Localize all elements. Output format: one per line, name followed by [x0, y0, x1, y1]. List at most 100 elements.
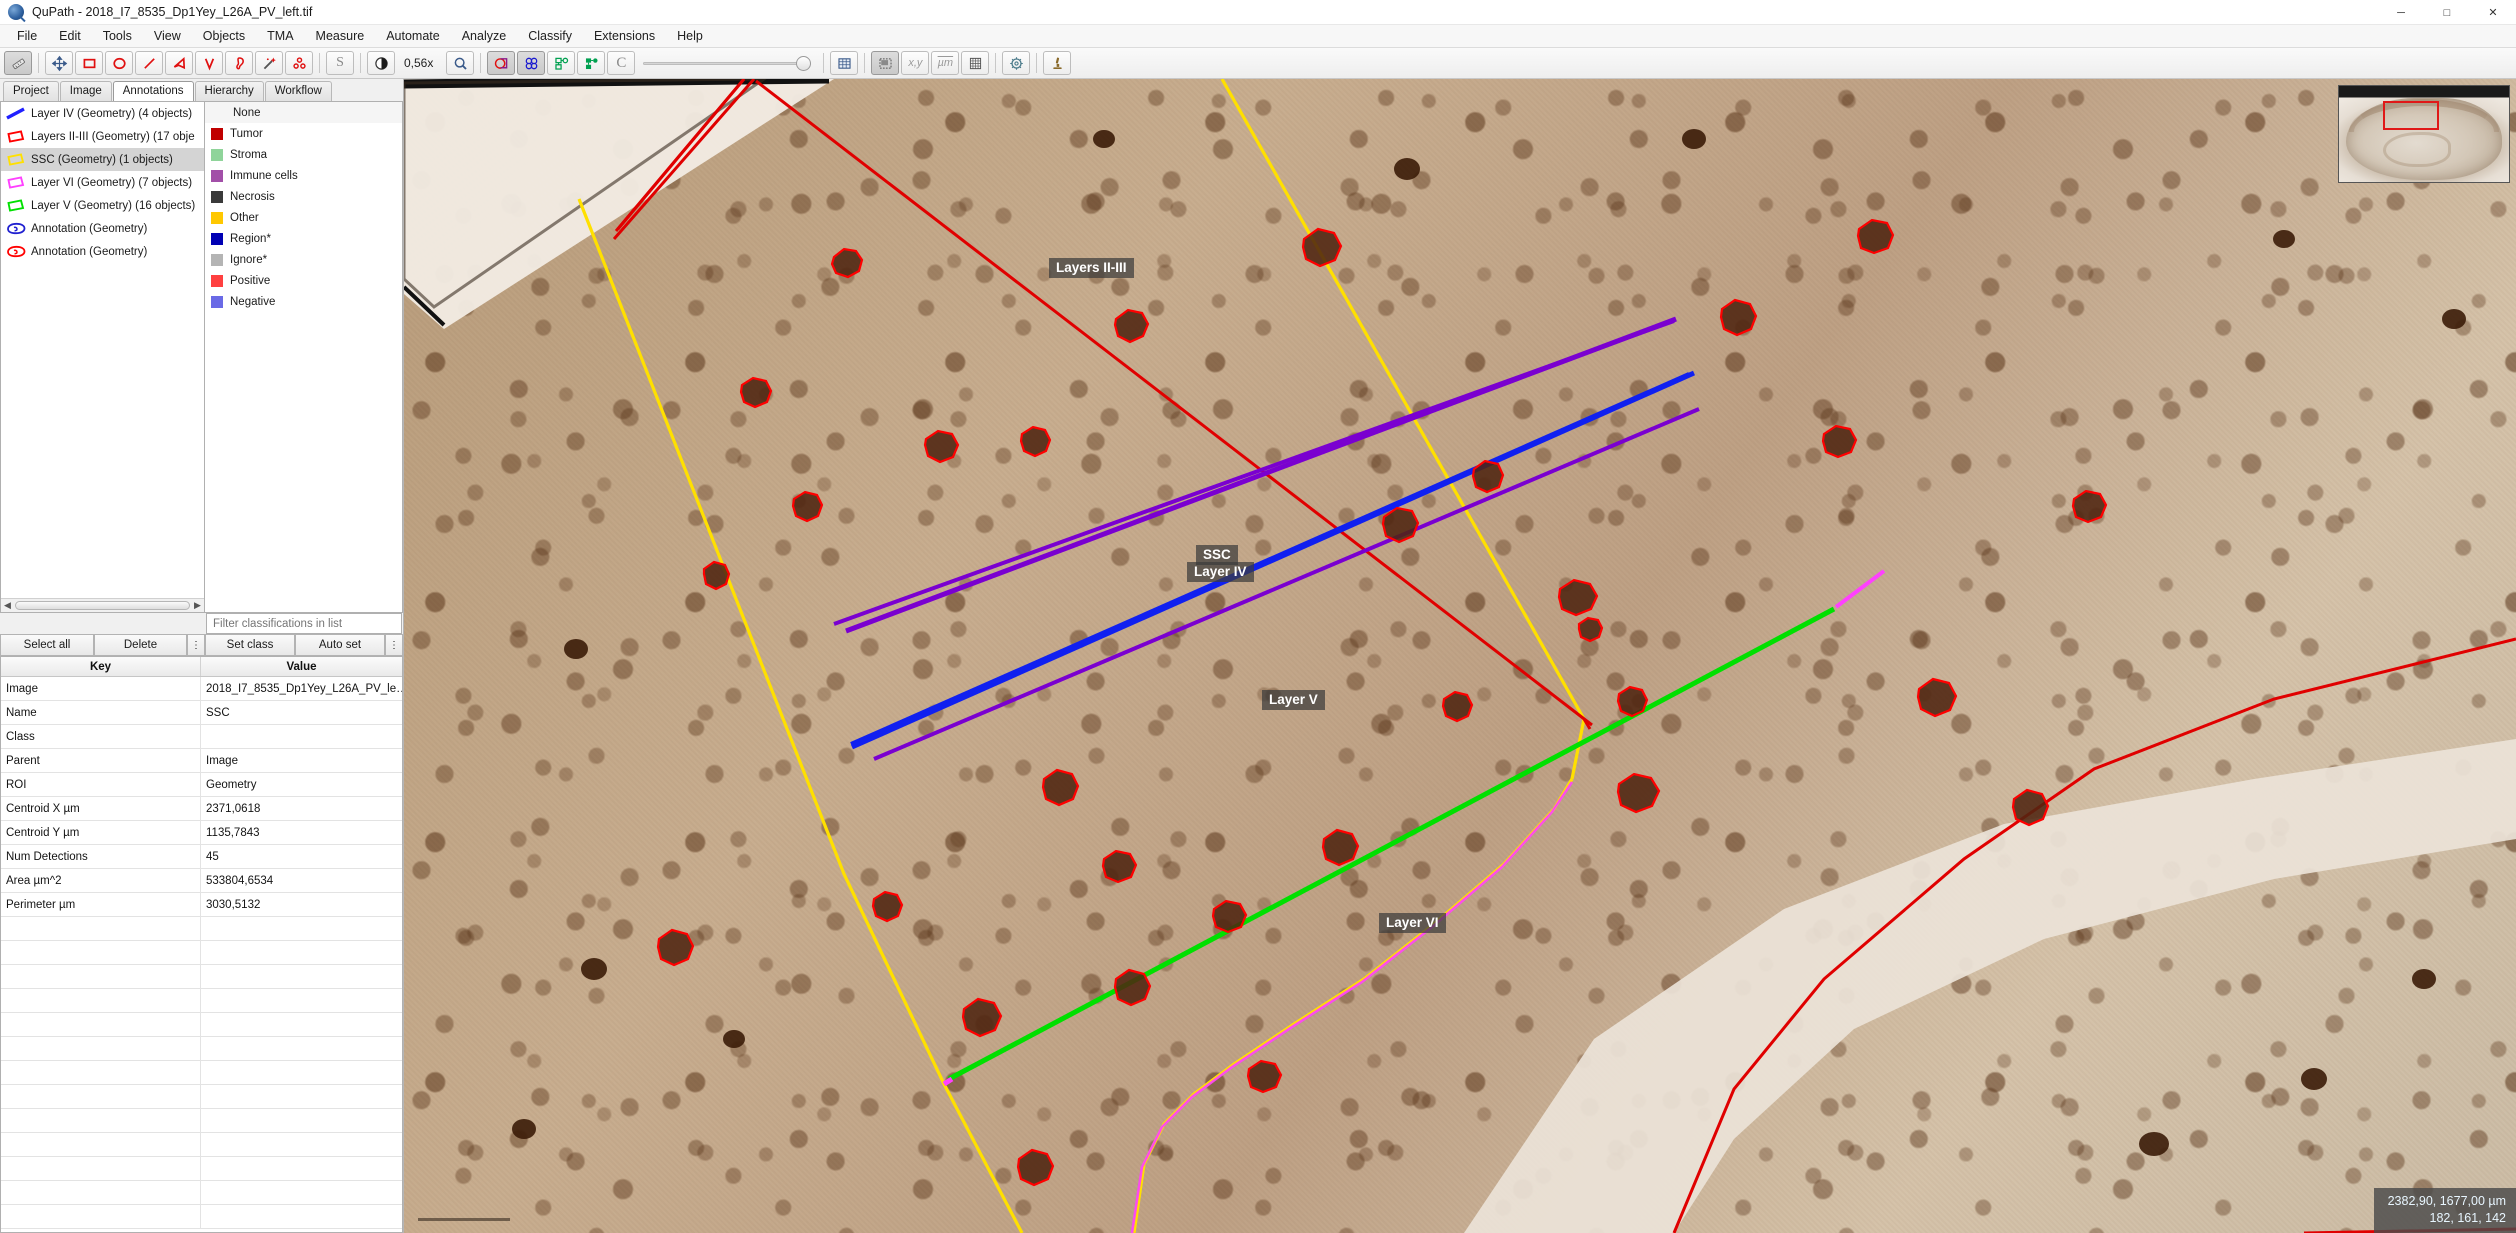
preferences-button[interactable]: [1002, 51, 1031, 75]
opacity-slider-thumb[interactable]: [796, 56, 812, 71]
properties-table-row[interactable]: [1, 1037, 402, 1061]
menu-automate[interactable]: Automate: [375, 26, 451, 46]
annotation-more-button[interactable]: ⋮: [187, 634, 205, 656]
classification-list-item[interactable]: Ignore*: [205, 249, 402, 270]
image-viewer[interactable]: Layers II-III SSC Layer IV Layer V Layer VI …: [404, 79, 2516, 1233]
tab-project[interactable]: Project: [3, 81, 59, 101]
properties-table-row[interactable]: Parent Image: [1, 749, 402, 773]
properties-table-row[interactable]: [1, 917, 402, 941]
annotation-list-item[interactable]: Annotation (Geometry): [1, 240, 204, 263]
log-button[interactable]: [1043, 51, 1072, 75]
classification-more-button[interactable]: ⋮: [385, 634, 403, 656]
classification-list-item[interactable]: Immune cells: [205, 165, 402, 186]
menu-help[interactable]: Help: [666, 26, 714, 46]
menu-analyze[interactable]: Analyze: [451, 26, 517, 46]
classification-list-item[interactable]: None: [205, 102, 402, 123]
menu-tools[interactable]: Tools: [92, 26, 143, 46]
classification-list-item[interactable]: Stroma: [205, 144, 402, 165]
properties-table-row[interactable]: Class: [1, 725, 402, 749]
show-scalebar-button[interactable]: µm: [931, 51, 960, 75]
classification-list-item[interactable]: Tumor: [205, 123, 402, 144]
properties-table-row[interactable]: Num Detections 45: [1, 845, 402, 869]
minimap-view-rectangle[interactable]: [2383, 101, 2440, 131]
annotation-list-hscrollbar[interactable]: ◀ ▶: [1, 598, 204, 612]
minimize-button[interactable]: ─: [2378, 0, 2424, 25]
set-class-button[interactable]: Set class: [205, 634, 295, 656]
properties-table-row[interactable]: [1, 1013, 402, 1037]
properties-table-row[interactable]: Image 2018_I7_8535_Dp1Yey_L26A_PV_le…: [1, 677, 402, 701]
menu-extensions[interactable]: Extensions: [583, 26, 666, 46]
classification-list[interactable]: None Tumor Stroma Immune cells Necrosis Other…: [205, 101, 403, 613]
menu-classify[interactable]: Classify: [517, 26, 583, 46]
tab-annotations[interactable]: Annotations: [112, 81, 194, 101]
menu-edit[interactable]: Edit: [48, 26, 92, 46]
menu-tma[interactable]: TMA: [256, 26, 304, 46]
properties-table-row[interactable]: [1, 1205, 402, 1229]
properties-table-row[interactable]: [1, 1061, 402, 1085]
fill-detections-button[interactable]: [577, 51, 606, 75]
classification-list-item[interactable]: Region*: [205, 228, 402, 249]
tab-image[interactable]: Image: [59, 81, 112, 101]
show-location-button[interactable]: x,y: [901, 51, 930, 75]
overview-minimap[interactable]: [2338, 85, 2510, 183]
line-tool[interactable]: [135, 51, 163, 75]
properties-table-row[interactable]: Perimeter µm 3030,5132: [1, 893, 402, 917]
properties-table-row[interactable]: Centroid Y µm 1135,7843: [1, 821, 402, 845]
properties-table-row[interactable]: [1, 1181, 402, 1205]
points-tool[interactable]: [285, 51, 313, 75]
show-connections-button[interactable]: C: [607, 51, 636, 75]
properties-table-row[interactable]: ROI Geometry: [1, 773, 402, 797]
annotation-list-item[interactable]: Layer VI (Geometry) (7 objects): [1, 171, 204, 194]
rectangle-tool[interactable]: [75, 51, 103, 75]
show-detections-button[interactable]: [547, 51, 576, 75]
tab-hierarchy[interactable]: Hierarchy: [194, 81, 264, 101]
properties-table-row[interactable]: Name SSC: [1, 701, 402, 725]
menu-objects[interactable]: Objects: [192, 26, 256, 46]
annotation-list[interactable]: Layer IV (Geometry) (4 objects) Layers II…: [0, 101, 205, 613]
select-all-button[interactable]: Select all: [0, 634, 94, 656]
classification-list-item[interactable]: Positive: [205, 270, 402, 291]
close-button[interactable]: ✕: [2470, 0, 2516, 25]
annotation-list-item[interactable]: Layers II-III (Geometry) (17 obje: [1, 125, 204, 148]
auto-set-button[interactable]: Auto set: [295, 634, 385, 656]
polygon-tool[interactable]: [165, 51, 193, 75]
annotation-list-item[interactable]: SSC (Geometry) (1 objects): [1, 148, 204, 171]
delete-button[interactable]: Delete: [94, 634, 187, 656]
opacity-slider[interactable]: [643, 53, 812, 73]
annotation-list-item[interactable]: Layer V (Geometry) (16 objects): [1, 194, 204, 217]
tab-workflow[interactable]: Workflow: [264, 81, 332, 101]
show-tma-grid-button[interactable]: [517, 51, 546, 75]
properties-table-row[interactable]: [1, 989, 402, 1013]
menu-file[interactable]: File: [6, 26, 48, 46]
properties-table-row[interactable]: [1, 1157, 402, 1181]
classification-filter-input[interactable]: [206, 613, 402, 634]
properties-table-row[interactable]: [1, 1133, 402, 1157]
classification-list-item[interactable]: Necrosis: [205, 186, 402, 207]
brush-tool[interactable]: [225, 51, 253, 75]
classification-list-item[interactable]: Other: [205, 207, 402, 228]
show-annotations-button[interactable]: [487, 51, 516, 75]
ellipse-tool[interactable]: [105, 51, 133, 75]
properties-table-row[interactable]: [1, 965, 402, 989]
wand-tool[interactable]: [255, 51, 283, 75]
annotation-list-item[interactable]: Annotation (Geometry): [1, 217, 204, 240]
classification-list-item[interactable]: Negative: [205, 291, 402, 312]
properties-table-row[interactable]: [1, 1109, 402, 1133]
annotation-list-item[interactable]: Layer IV (Geometry) (4 objects): [1, 102, 204, 125]
zoom-to-fit-button[interactable]: [446, 51, 475, 75]
scroll-left-icon[interactable]: ◀: [1, 599, 14, 612]
properties-table[interactable]: Key Value Image 2018_I7_8535_Dp1Yey_L26A_…: [0, 656, 403, 1233]
properties-table-row[interactable]: [1, 1085, 402, 1109]
maximize-button[interactable]: □: [2424, 0, 2470, 25]
properties-table-row[interactable]: Centroid X µm 2371,0618: [1, 797, 402, 821]
brightness-contrast-button[interactable]: [367, 51, 395, 75]
measurement-table-button[interactable]: [830, 51, 859, 75]
move-tool[interactable]: [4, 51, 32, 75]
script-tool[interactable]: S: [326, 51, 354, 75]
scroll-right-icon[interactable]: ▶: [191, 599, 204, 612]
show-overview-button[interactable]: [871, 51, 900, 75]
pan-tool[interactable]: [45, 51, 73, 75]
menu-view[interactable]: View: [143, 26, 192, 46]
menu-measure[interactable]: Measure: [305, 26, 376, 46]
polyline-tool[interactable]: [195, 51, 223, 75]
